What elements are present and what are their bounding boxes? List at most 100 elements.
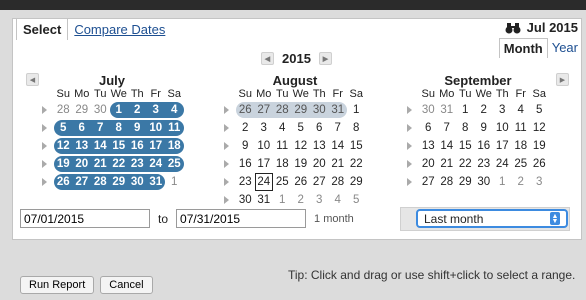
day-cell[interactable]: 7 xyxy=(438,120,457,136)
day-cell[interactable]: 25 xyxy=(165,156,184,172)
day-cell[interactable]: 30 xyxy=(236,192,255,208)
day-cell[interactable]: 29 xyxy=(456,174,475,190)
prev-month-button[interactable]: ◀ xyxy=(26,73,39,86)
week-select-icon[interactable] xyxy=(224,124,229,132)
day-cell[interactable]: 20 xyxy=(310,156,329,172)
day-cell[interactable]: 18 xyxy=(273,156,292,172)
day-cell[interactable]: 28 xyxy=(329,174,348,190)
week-select-icon[interactable] xyxy=(42,106,47,114)
week-select-icon[interactable] xyxy=(42,160,47,168)
day-cell[interactable]: 5 xyxy=(54,120,73,136)
day-cell[interactable]: 7 xyxy=(91,120,110,136)
day-cell[interactable]: 26 xyxy=(292,174,311,190)
day-cell[interactable]: 26 xyxy=(530,156,549,172)
day-cell[interactable]: 3 xyxy=(530,174,549,190)
day-cell[interactable]: 4 xyxy=(512,102,531,118)
day-cell[interactable]: 17 xyxy=(255,156,274,172)
day-cell[interactable]: 22 xyxy=(347,156,366,172)
day-cell[interactable]: 1 xyxy=(273,192,292,208)
cancel-button[interactable]: Cancel xyxy=(100,276,153,294)
day-cell[interactable]: 29 xyxy=(347,174,366,190)
day-cell[interactable]: 28 xyxy=(273,102,292,118)
day-cell[interactable]: 27 xyxy=(419,174,438,190)
day-cell[interactable]: 30 xyxy=(128,174,147,190)
day-cell[interactable]: 2 xyxy=(512,174,531,190)
day-cell[interactable]: 19 xyxy=(54,156,73,172)
day-cell[interactable]: 13 xyxy=(72,138,91,154)
day-cell[interactable]: 15 xyxy=(347,138,366,154)
day-cell[interactable]: 16 xyxy=(236,156,255,172)
day-cell[interactable]: 2 xyxy=(292,192,311,208)
day-cell[interactable]: 3 xyxy=(493,102,512,118)
week-select-icon[interactable] xyxy=(407,160,412,168)
day-cell[interactable]: 13 xyxy=(310,138,329,154)
day-cell[interactable]: 8 xyxy=(347,120,366,136)
day-cell[interactable]: 14 xyxy=(438,138,457,154)
day-cell[interactable]: 31 xyxy=(146,174,165,190)
day-cell[interactable]: 25 xyxy=(273,174,292,190)
day-cell[interactable]: 28 xyxy=(91,174,110,190)
day-cell[interactable]: 9 xyxy=(475,120,494,136)
run-report-button[interactable]: Run Report xyxy=(20,276,95,294)
day-cell[interactable]: 30 xyxy=(419,102,438,118)
day-cell[interactable]: 29 xyxy=(109,174,128,190)
day-cell[interactable]: 24 xyxy=(146,156,165,172)
day-cell[interactable]: 21 xyxy=(91,156,110,172)
day-cell[interactable]: 14 xyxy=(329,138,348,154)
day-cell[interactable]: 30 xyxy=(475,174,494,190)
day-cell[interactable]: 3 xyxy=(310,192,329,208)
start-date-input[interactable] xyxy=(20,209,150,228)
day-cell[interactable]: 29 xyxy=(73,102,92,118)
preset-dropdown[interactable]: Last month ▲ ▼ xyxy=(416,209,568,228)
day-cell[interactable]: 10 xyxy=(493,120,512,136)
day-cell[interactable]: 8 xyxy=(456,120,475,136)
day-cell[interactable]: 19 xyxy=(530,138,549,154)
day-cell[interactable]: 6 xyxy=(419,120,438,136)
day-cell[interactable]: 2 xyxy=(236,120,255,136)
day-cell[interactable]: 17 xyxy=(493,138,512,154)
day-cell[interactable]: 26 xyxy=(236,102,255,118)
day-cell[interactable]: 12 xyxy=(54,138,73,154)
day-cell[interactable]: 6 xyxy=(72,120,91,136)
day-cell[interactable]: 9 xyxy=(236,138,255,154)
day-cell[interactable]: 27 xyxy=(72,174,91,190)
day-cell[interactable]: 13 xyxy=(419,138,438,154)
day-cell[interactable]: 26 xyxy=(54,174,73,190)
day-cell[interactable]: 31 xyxy=(255,192,274,208)
day-cell[interactable]: 11 xyxy=(165,120,184,136)
day-cell[interactable]: 16 xyxy=(475,138,494,154)
day-cell[interactable]: 1 xyxy=(109,102,128,118)
week-select-icon[interactable] xyxy=(224,160,229,168)
day-cell[interactable]: 5 xyxy=(292,120,311,136)
week-select-icon[interactable] xyxy=(224,178,229,186)
day-cell[interactable]: 27 xyxy=(254,102,273,118)
day-cell[interactable]: 15 xyxy=(456,138,475,154)
day-cell[interactable]: 27 xyxy=(310,174,329,190)
week-select-icon[interactable] xyxy=(42,142,47,150)
day-cell[interactable]: 31 xyxy=(328,102,347,118)
day-cell[interactable]: 22 xyxy=(456,156,475,172)
day-cell[interactable]: 15 xyxy=(109,138,128,154)
day-cell[interactable]: 4 xyxy=(165,102,184,118)
day-cell[interactable]: 12 xyxy=(530,120,549,136)
next-month-button[interactable]: ▶ xyxy=(556,73,569,86)
day-cell[interactable]: 21 xyxy=(329,156,348,172)
day-cell[interactable]: 16 xyxy=(128,138,147,154)
day-cell[interactable]: 19 xyxy=(292,156,311,172)
day-cell[interactable]: 14 xyxy=(91,138,110,154)
tab-year[interactable]: Year xyxy=(548,38,582,58)
week-select-icon[interactable] xyxy=(42,178,47,186)
day-cell[interactable]: 5 xyxy=(530,102,549,118)
day-cell[interactable]: 29 xyxy=(291,102,310,118)
tab-month[interactable]: Month xyxy=(498,38,548,58)
week-select-icon[interactable] xyxy=(407,124,412,132)
week-select-icon[interactable] xyxy=(224,106,229,114)
day-cell[interactable]: 20 xyxy=(419,156,438,172)
day-cell[interactable]: 18 xyxy=(165,138,184,154)
day-cell[interactable]: 7 xyxy=(329,120,348,136)
day-cell[interactable]: 4 xyxy=(273,120,292,136)
day-cell[interactable]: 11 xyxy=(512,120,531,136)
week-select-icon[interactable] xyxy=(407,142,412,150)
week-select-icon[interactable] xyxy=(224,142,229,150)
day-cell[interactable]: 2 xyxy=(128,102,147,118)
